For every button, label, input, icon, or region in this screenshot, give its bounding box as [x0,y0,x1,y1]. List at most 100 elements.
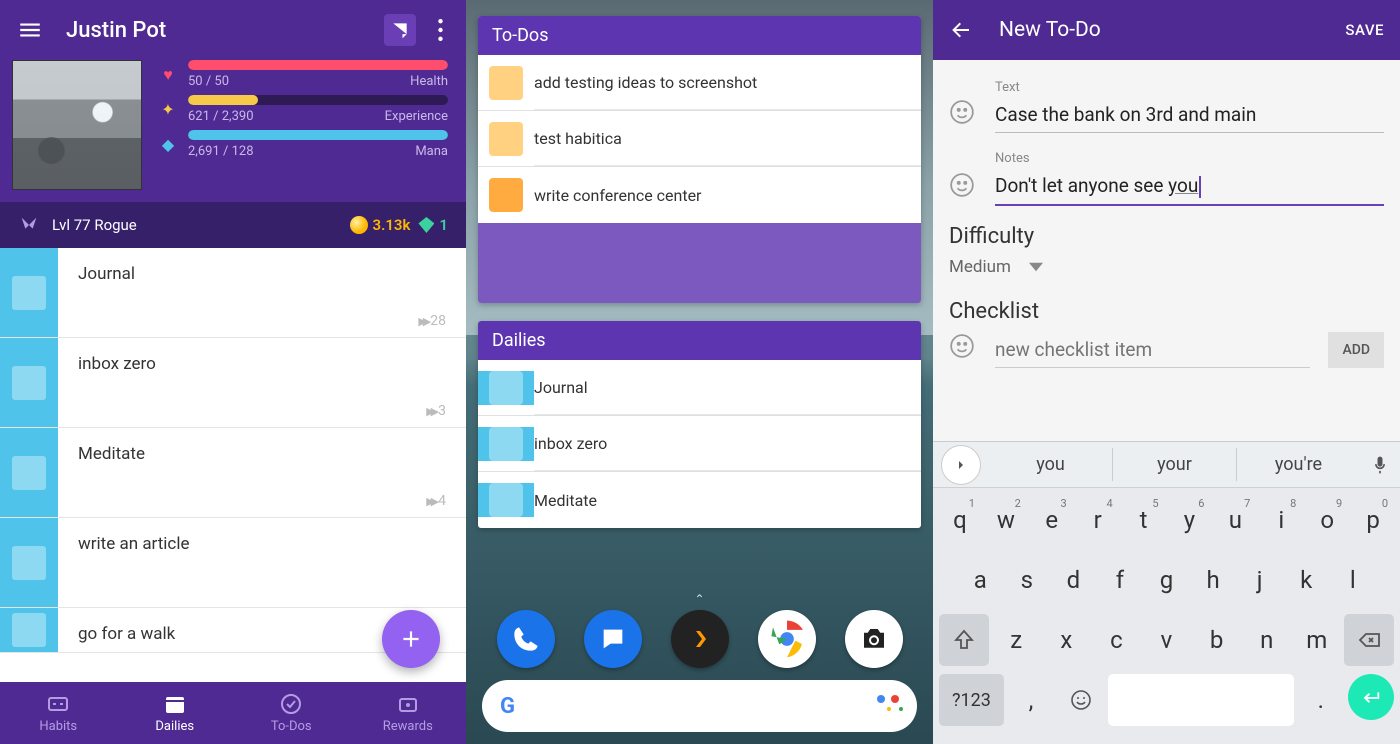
key-n[interactable]: n [1244,614,1290,666]
tab-rewards[interactable]: Rewards [350,682,467,744]
plex-app-icon[interactable] [671,610,729,668]
key-y[interactable]: y6 [1169,494,1211,546]
daily-checkbox[interactable] [0,338,58,427]
checklist-input[interactable] [995,332,1310,368]
key-s[interactable]: s [1006,554,1049,606]
period-key[interactable]: . [1298,674,1344,726]
widget-daily-item[interactable]: inbox zero [478,416,921,472]
screen-title: New To-Do [999,18,1345,42]
notes-field[interactable]: Don't let anyone see you [995,168,1384,206]
menu-icon[interactable] [12,12,48,48]
key-k[interactable]: k [1285,554,1328,606]
daily-item[interactable]: Journal 28 [0,248,466,338]
key-p[interactable]: p0 [1352,494,1394,546]
key-t[interactable]: t5 [1123,494,1165,546]
health-label: Health [410,74,448,89]
key-j[interactable]: j [1238,554,1281,606]
daily-checkbox[interactable] [0,518,58,607]
key-x[interactable]: x [1043,614,1089,666]
emoji-icon[interactable] [949,333,977,361]
add-checklist-button[interactable]: ADD [1328,332,1384,368]
tab-habits[interactable]: Habits [0,682,117,744]
tab-dailies[interactable]: Dailies [117,682,234,744]
difficulty-select[interactable]: Medium [949,257,1384,277]
widget-daily-label: Journal [534,360,921,415]
key-d[interactable]: d [1052,554,1095,606]
text-field[interactable]: Case the bank on 3rd and main [995,97,1384,133]
suggestion[interactable]: your [1113,448,1237,481]
back-icon[interactable] [949,18,979,42]
widget-daily-item[interactable]: Journal [478,360,921,416]
xp-bar [188,95,258,105]
key-c[interactable]: c [1093,614,1139,666]
emoji-key[interactable] [1058,674,1104,726]
todos-widget-pad [478,223,921,303]
space-key[interactable] [1108,674,1293,726]
key-h[interactable]: h [1192,554,1235,606]
comma-key[interactable]: , [1008,674,1054,726]
google-search-bar[interactable]: G [482,680,917,732]
key-v[interactable]: v [1143,614,1189,666]
widget-todo-item[interactable]: write conference center [478,167,921,223]
gem-count: 1 [418,216,448,234]
symbols-key[interactable]: ?123 [939,674,1004,726]
key-w[interactable]: w2 [985,494,1027,546]
widget-todo-item[interactable]: add testing ideas to screenshot [478,55,921,111]
daily-title: write an article [78,534,446,554]
expand-suggestions-icon[interactable] [941,445,981,485]
widget-todo-item[interactable]: test habitica [478,111,921,167]
daily-title: Journal [78,264,446,284]
health-value: 50 / 50 [188,74,229,89]
xp-value: 621 / 2,390 [188,109,254,124]
avatar[interactable] [12,60,142,190]
overflow-menu-icon[interactable] [426,19,454,41]
backspace-key[interactable] [1344,614,1394,666]
key-b[interactable]: b [1194,614,1240,666]
emoji-icon[interactable] [949,172,977,200]
key-u[interactable]: u7 [1214,494,1256,546]
key-e[interactable]: e3 [1031,494,1073,546]
dailies-widget-header: Dailies [478,321,921,360]
camera-app-icon[interactable] [845,610,903,668]
tab-todos-label: To-Dos [271,719,312,734]
phone-app-icon[interactable] [497,610,555,668]
save-button[interactable]: SAVE [1345,21,1384,39]
key-a[interactable]: a [959,554,1002,606]
key-g[interactable]: g [1145,554,1188,606]
notes-icon[interactable] [384,14,416,46]
assistant-icon[interactable] [877,695,899,717]
tab-todos[interactable]: To-Dos [233,682,350,744]
enter-key[interactable] [1348,674,1394,720]
launcher-caret-icon[interactable]: ⌃ [482,592,917,606]
key-m[interactable]: m [1294,614,1340,666]
daily-item[interactable]: Meditate 4 [0,428,466,518]
shift-key[interactable] [939,614,989,666]
key-i[interactable]: i8 [1260,494,1302,546]
daily-item[interactable]: write an article [0,518,466,608]
chrome-app-icon[interactable] [758,610,816,668]
add-button[interactable] [382,610,440,668]
daily-checkbox[interactable] [0,428,58,517]
daily-title: inbox zero [78,354,446,374]
key-q[interactable]: q1 [939,494,981,546]
todos-widget[interactable]: To-Dos add testing ideas to screenshot t… [478,16,921,303]
todos-widget-header: To-Dos [478,16,921,55]
mana-value: 2,691 / 128 [188,144,254,159]
key-r[interactable]: r4 [1077,494,1119,546]
daily-checkbox[interactable] [0,608,58,652]
heart-icon: ♥ [158,65,178,85]
suggestion[interactable]: you're [1237,448,1360,481]
key-z[interactable]: z [993,614,1039,666]
mic-icon[interactable] [1360,455,1400,475]
key-f[interactable]: f [1099,554,1142,606]
emoji-icon[interactable] [949,99,977,127]
daily-checkbox[interactable] [0,248,58,337]
widget-daily-item[interactable]: Meditate [478,472,921,528]
messages-app-icon[interactable] [584,610,642,668]
suggestion[interactable]: you [989,448,1113,481]
dailies-widget[interactable]: Dailies Journal inbox zero Meditate [478,321,921,528]
mana-label: Mana [415,144,448,159]
key-l[interactable]: l [1332,554,1375,606]
key-o[interactable]: o9 [1306,494,1348,546]
daily-item[interactable]: inbox zero 3 [0,338,466,428]
